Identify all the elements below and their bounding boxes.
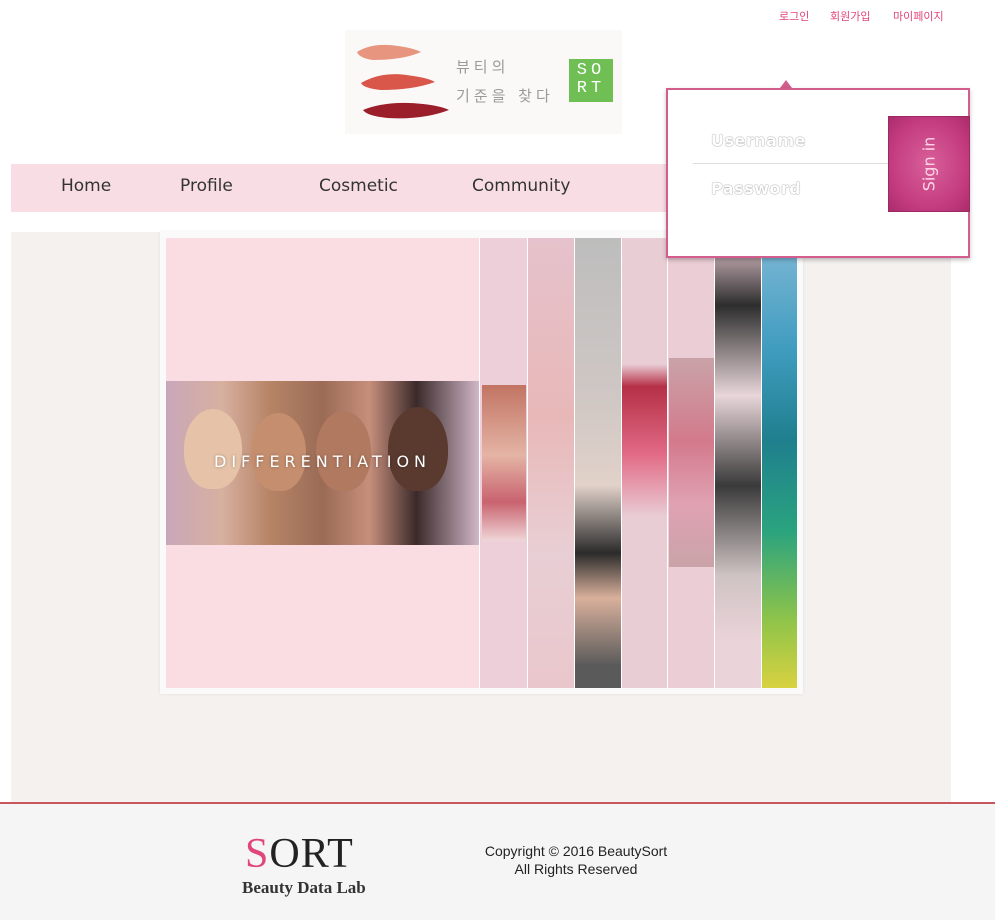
username-field[interactable]: Username <box>711 131 806 150</box>
copyright-line-2: All Rights Reserved <box>514 861 638 877</box>
gallery-strip-6[interactable] <box>714 238 761 688</box>
password-field[interactable]: Password <box>711 179 801 198</box>
popup-arrow <box>780 80 792 88</box>
nav-item-profile[interactable]: Profile <box>180 176 233 196</box>
signup-link[interactable]: 회원가입 <box>830 8 870 24</box>
gallery-strip-7[interactable] <box>761 238 797 688</box>
copyright-line-1: Copyright © 2016 BeautySort <box>484 843 668 859</box>
face-closeup-image <box>482 385 526 541</box>
logo-sort-badge: SO RT <box>569 59 613 102</box>
gallery-strip-4[interactable] <box>621 238 667 688</box>
lips-image <box>669 358 714 567</box>
footer-logo-rest: ORT <box>269 831 354 877</box>
gallery-strip-5[interactable] <box>667 238 714 688</box>
nav-item-community[interactable]: Community <box>472 176 570 196</box>
nav-item-home[interactable]: Home <box>61 176 111 196</box>
logo-tagline-line1: 뷰티의 <box>456 58 510 76</box>
logo-sort-line1: SO <box>576 61 606 80</box>
gallery-strip-3[interactable] <box>574 238 621 688</box>
sign-in-label: Sign in <box>919 136 939 192</box>
field-divider <box>693 163 889 164</box>
lipstick-swatch-icon <box>357 44 449 119</box>
hero-caption: DIFFERENTIATION <box>214 452 431 471</box>
login-link[interactable]: 로그인 <box>779 8 809 24</box>
footer-tagline: Beauty Data Lab <box>242 878 366 897</box>
sign-in-button[interactable]: Sign in <box>888 116 970 212</box>
footer-logo-s: S <box>245 831 270 877</box>
footer-copyright: Copyright © 2016 BeautySort All Rights R… <box>466 842 686 878</box>
gallery-strip-2[interactable] <box>527 238 574 688</box>
gallery-strip-1[interactable] <box>479 238 527 688</box>
nav-item-cosmetic[interactable]: Cosmetic <box>319 176 398 196</box>
logo-sort-line2: RT <box>576 79 606 98</box>
mypage-link[interactable]: 마이페이지 <box>893 8 944 24</box>
footer-logo: SORT <box>245 830 354 878</box>
logo-tagline-line2: 기준을 찾다 <box>456 87 554 105</box>
